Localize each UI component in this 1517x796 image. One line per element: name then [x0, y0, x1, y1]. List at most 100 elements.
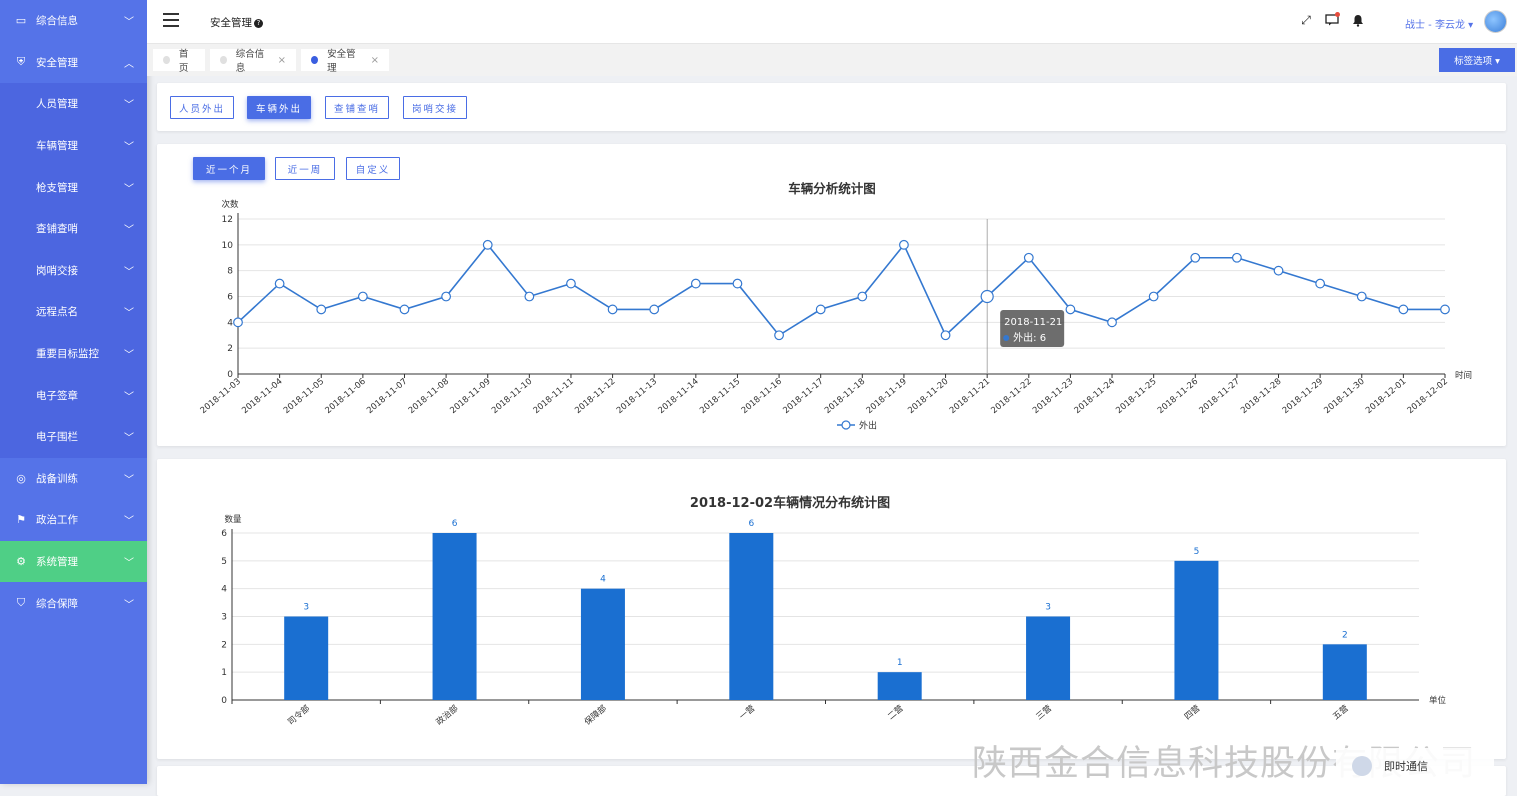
- data-point: [1315, 278, 1326, 289]
- data-point: [316, 304, 327, 315]
- chevron-down-icon: ﹀: [124, 266, 134, 278]
- sidebar-item-1[interactable]: ⛨ 安全管理 ︿: [0, 42, 147, 84]
- sidebar-item-9[interactable]: 电子签章 ﹀: [0, 374, 147, 416]
- x-tick-label: 2018-11-27: [1198, 377, 1242, 416]
- inspection-button[interactable]: 查铺查哨: [325, 96, 389, 119]
- last-week-button[interactable]: 近一周: [275, 157, 335, 180]
- top-header: 安全管理? ⤢ 战士 - 李云龙 ▾: [147, 0, 1517, 44]
- avatar[interactable]: [1484, 10, 1507, 33]
- data-point: [399, 304, 410, 315]
- message-icon[interactable]: [1325, 12, 1340, 27]
- close-icon[interactable]: ×: [371, 55, 379, 66]
- bar: [432, 533, 477, 700]
- bar-value-label: 2: [1342, 630, 1348, 640]
- chevron-up-icon: ︿: [124, 58, 134, 70]
- sidebar-item-7[interactable]: 远程点名 ﹀: [0, 291, 147, 333]
- chevron-down-icon: ﹀: [124, 599, 134, 611]
- x-axis-label: 单位: [1429, 695, 1447, 706]
- data-point: [815, 304, 826, 315]
- custom-range-button[interactable]: 自定义: [346, 157, 400, 180]
- chevron-down-icon: ﹀: [124, 183, 134, 195]
- user-menu[interactable]: 战士 - 李云龙 ▾: [1405, 16, 1473, 31]
- data-point: [649, 304, 660, 315]
- data-point: [1231, 252, 1242, 263]
- sentry-handover-button[interactable]: 岗哨交接: [403, 96, 467, 119]
- legend-label: 外出: [859, 420, 877, 432]
- type-selector-card: 人员外出 车辆外出 查铺查哨 岗哨交接: [157, 83, 1506, 131]
- chat-icon: [1352, 756, 1372, 776]
- x-tick-label: 2018-11-23: [1031, 377, 1075, 416]
- data-point: [1190, 252, 1201, 263]
- sidebar-item-label: 岗哨交接: [36, 264, 78, 277]
- personnel-out-button[interactable]: 人员外出: [170, 96, 234, 119]
- y-tick-label: 6: [221, 529, 227, 539]
- x-tick-label: 2018-11-05: [282, 377, 326, 416]
- tab-home[interactable]: 首页: [153, 49, 205, 74]
- data-point: [980, 289, 994, 304]
- page-title-text: 安全管理: [210, 17, 252, 29]
- bell-icon[interactable]: [1351, 13, 1365, 27]
- sidebar-item-12[interactable]: ⚑ 政治工作 ﹀: [0, 499, 147, 541]
- sidebar-item-11[interactable]: ◎ 战备训练 ﹀: [0, 458, 147, 500]
- fullscreen-icon[interactable]: ⤢: [1299, 13, 1313, 27]
- last-month-button[interactable]: 近一个月: [193, 157, 265, 180]
- sidebar-item-label: 安全管理: [36, 56, 78, 69]
- bar: [729, 533, 774, 700]
- x-tick-label: 2018-11-25: [1114, 377, 1158, 416]
- data-point: [940, 330, 951, 341]
- x-tick-label: 四营: [1182, 703, 1202, 722]
- tooltip-series-dot: [1003, 335, 1010, 341]
- data-point: [482, 239, 493, 250]
- y-tick-label: 4: [221, 585, 227, 595]
- sidebar-item-13[interactable]: ⚙ 系统管理 ﹀: [0, 540, 147, 583]
- bar: [877, 672, 922, 700]
- bar: [580, 588, 625, 700]
- sidebar-item-4[interactable]: 枪支管理 ﹀: [0, 166, 147, 208]
- x-tick-label: 2018-11-15: [698, 377, 742, 416]
- x-tick-label: 2018-11-06: [324, 377, 368, 416]
- tab-label: 综合信息: [235, 49, 265, 74]
- instant-chat-button[interactable]: 即时通信: [1336, 748, 1494, 784]
- chevron-down-icon: ﹀: [124, 391, 134, 403]
- vehicle-out-button[interactable]: 车辆外出: [247, 96, 311, 119]
- data-point: [1398, 304, 1409, 315]
- tab-dot-icon: [220, 56, 227, 64]
- close-icon[interactable]: ×: [278, 55, 286, 66]
- chevron-down-icon: ﹀: [124, 558, 134, 570]
- flag-icon: ⚑: [16, 513, 26, 527]
- bar-value-label: 5: [1194, 547, 1200, 557]
- bar: [284, 616, 329, 700]
- sidebar-item-14[interactable]: ⛉ 综合保障 ﹀: [0, 582, 147, 624]
- line-chart: 024681012次数时间2018-11-032018-11-042018-11…: [199, 199, 1472, 432]
- menu-toggle-icon[interactable]: [163, 13, 179, 27]
- chevron-down-icon: ﹀: [124, 17, 134, 29]
- sidebar-item-label: 车辆管理: [36, 140, 78, 153]
- series-line: [237, 243, 1445, 337]
- tab-security[interactable]: 安全管理 ×: [301, 49, 389, 74]
- target-icon: ◎: [16, 471, 26, 485]
- sidebar-item-6[interactable]: 岗哨交接 ﹀: [0, 249, 147, 292]
- x-tick-label: 2018-11-04: [240, 377, 284, 416]
- tab-options-button[interactable]: 标签选项 ▾: [1439, 48, 1515, 72]
- tab-overview[interactable]: 综合信息 ×: [210, 49, 296, 74]
- sidebar-item-2[interactable]: 人员管理 ﹀: [0, 83, 147, 125]
- sidebar-item-10[interactable]: 电子围栏 ﹀: [0, 415, 147, 458]
- badge-icon: ⛉: [16, 596, 26, 610]
- help-icon[interactable]: ?: [254, 18, 263, 28]
- sidebar-item-5[interactable]: 查铺查哨 ﹀: [0, 207, 147, 250]
- data-point: [732, 278, 743, 289]
- x-tick-label: 2018-11-16: [740, 377, 784, 416]
- x-tick-label: 2018-12-02: [1406, 377, 1450, 416]
- bar-value-label: 6: [452, 519, 458, 529]
- x-tick-label: 2018-11-08: [407, 377, 451, 416]
- sidebar-item-0[interactable]: ▭ 综合信息 ﹀: [0, 0, 147, 42]
- x-tick-label: 2018-11-22: [989, 377, 1033, 416]
- notification-dot: [1335, 12, 1340, 17]
- x-tick-label: 五营: [1331, 703, 1351, 722]
- data-point: [1023, 252, 1034, 263]
- sidebar-item-3[interactable]: 车辆管理 ﹀: [0, 124, 147, 167]
- sidebar-item-label: 综合信息: [36, 15, 78, 28]
- data-point: [774, 330, 784, 341]
- legend-marker: [841, 420, 851, 430]
- sidebar-item-8[interactable]: 重要目标监控 ﹀: [0, 332, 147, 375]
